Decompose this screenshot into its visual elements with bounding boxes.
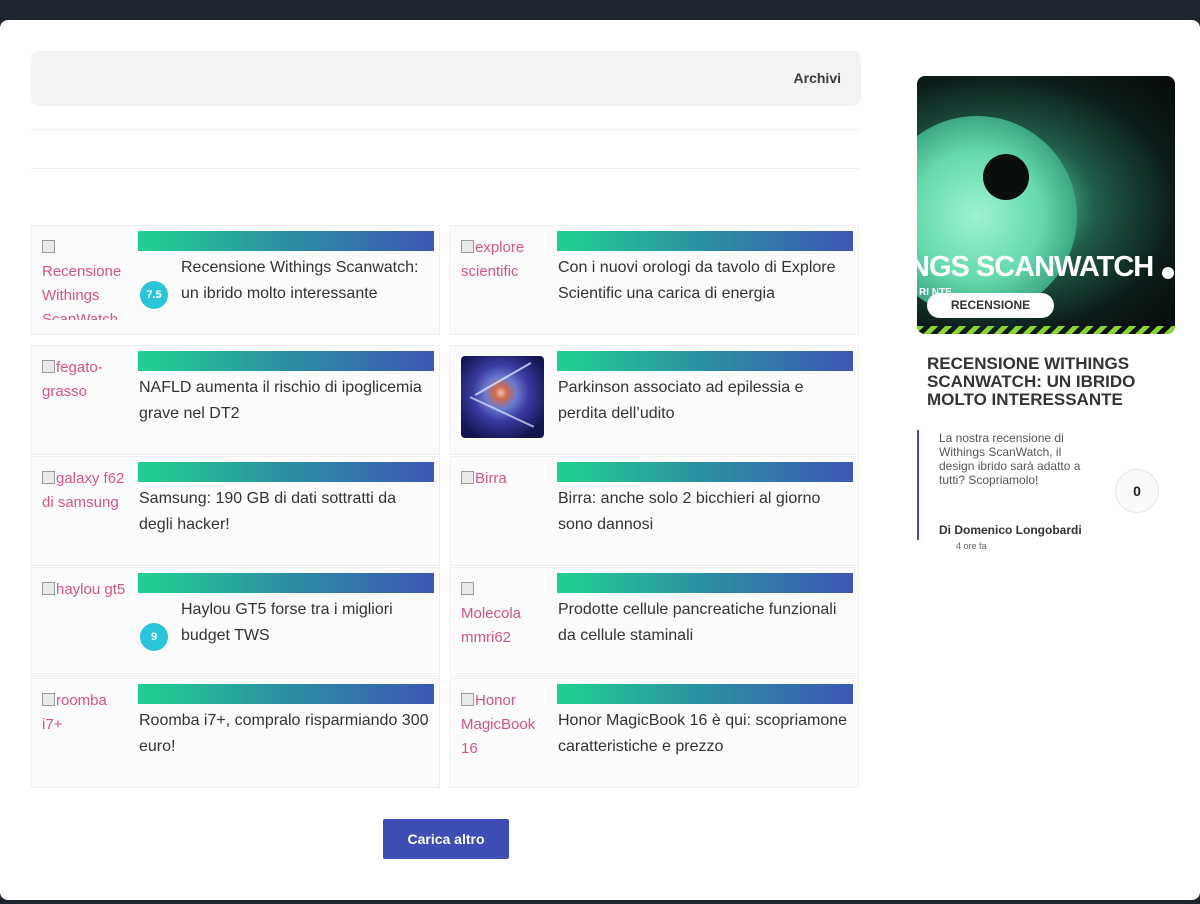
- post-time: 4 ore fa: [956, 541, 987, 551]
- broken-image-icon: [42, 471, 55, 484]
- excerpt-border: [917, 430, 919, 540]
- page-content: Archivi Recensione Withings ScanWatch 7.…: [0, 20, 1200, 900]
- gradient-bar: [557, 351, 853, 371]
- gradient-bar: [138, 462, 434, 482]
- article-card[interactable]: Birra Birra: anche solo 2 bicchieri al g…: [450, 456, 859, 566]
- gradient-bar: [138, 573, 434, 593]
- article-thumbnail[interactable]: roomba i7+: [42, 689, 126, 773]
- divider: [31, 168, 861, 169]
- load-more-button[interactable]: Carica altro: [383, 819, 509, 859]
- gradient-bar: [557, 573, 853, 593]
- gradient-bar: [138, 351, 434, 371]
- slider-dot-icon: [1162, 267, 1174, 279]
- article-title[interactable]: Honor MagicBook 16 è qui: scopriamone ca…: [558, 708, 848, 760]
- article-card[interactable]: explore scientific Con i nuovi orologi d…: [450, 225, 859, 335]
- article-thumbnail[interactable]: Molecola mmri62: [461, 578, 545, 662]
- article-card[interactable]: Honor MagicBook 16 Honor MagicBook 16 è …: [450, 678, 859, 788]
- article-title[interactable]: Samsung: 190 GB di dati sottratti da deg…: [139, 486, 429, 538]
- broken-image-icon: [42, 582, 55, 595]
- article-title[interactable]: Birra: anche solo 2 bicchieri al giorno …: [558, 486, 848, 538]
- article-thumbnail[interactable]: Recensione Withings ScanWatch: [42, 236, 126, 320]
- broken-image-icon: [42, 693, 55, 706]
- article-thumbnail[interactable]: [461, 356, 544, 438]
- article-card[interactable]: galaxy f62 di samsung Samsung: 190 GB di…: [31, 456, 440, 566]
- gradient-bar: [557, 231, 853, 251]
- thumbnail-alt-text: Birra: [475, 470, 507, 487]
- featured-image[interactable]: NGS SCANWATCH RI NTE RECENSIONE: [917, 76, 1175, 334]
- watch-graphic: [917, 116, 1077, 316]
- broken-image-icon: [461, 693, 474, 706]
- broken-image-icon: [461, 240, 474, 253]
- score-badge: 9: [140, 623, 168, 651]
- article-thumbnail[interactable]: galaxy f62 di samsung: [42, 467, 126, 551]
- thumbnail-alt-text: Recensione Withings ScanWatch: [42, 263, 122, 320]
- gradient-bar: [557, 684, 853, 704]
- image-headline: NGS SCANWATCH: [917, 251, 1154, 283]
- archive-bar: Archivi: [31, 51, 861, 106]
- gradient-bar: [557, 462, 853, 482]
- article-title[interactable]: Parkinson associato ad epilessia e perdi…: [558, 375, 848, 427]
- article-title[interactable]: NAFLD aumenta il rischio di ipoglicemia …: [139, 375, 429, 427]
- featured-excerpt: La nostra recensione di Withings ScanWat…: [939, 431, 1081, 487]
- article-card[interactable]: haylou gt5 9 Haylou GT5 forse tra i migl…: [31, 567, 440, 677]
- author-name[interactable]: Di Domenico Longobardi: [939, 523, 1082, 537]
- article-card[interactable]: Parkinson associato ad epilessia e perdi…: [450, 345, 859, 455]
- article-title[interactable]: Prodotte cellule pancreatiche funzionali…: [558, 597, 848, 649]
- score-badge: 7.5: [140, 281, 168, 309]
- thumbnail-alt-text: Molecola mmri62: [461, 605, 522, 646]
- gradient-bar: [138, 684, 434, 704]
- article-title[interactable]: Roomba i7+, compralo risparmiando 300 eu…: [139, 708, 429, 760]
- thumbnail-alt-text: haylou gt5: [56, 581, 126, 598]
- article-card[interactable]: Molecola mmri62 Prodotte cellule pancrea…: [450, 567, 859, 677]
- watch-dial: [983, 154, 1029, 200]
- zigzag-border: [917, 326, 1175, 334]
- article-thumbnail[interactable]: Birra: [461, 467, 545, 551]
- article-title[interactable]: Haylou GT5 forse tra i migliori budget T…: [181, 597, 429, 649]
- article-title[interactable]: Recensione Withings Scanwatch: un ibrido…: [181, 255, 429, 307]
- gradient-bar: [138, 231, 434, 251]
- broken-image-icon: [461, 471, 474, 484]
- article-card[interactable]: Recensione Withings ScanWatch 7.5 Recens…: [31, 225, 440, 335]
- archive-link[interactable]: Archivi: [794, 70, 841, 86]
- article-title[interactable]: Con i nuovi orologi da tavolo di Explore…: [558, 255, 848, 307]
- article-thumbnail[interactable]: haylou gt5: [42, 578, 126, 662]
- comments-count[interactable]: 0: [1115, 469, 1159, 513]
- article-card[interactable]: fegato-grasso NAFLD aumenta il rischio d…: [31, 345, 440, 455]
- featured-title[interactable]: Recensione Withings Scanwatch: un ibrido…: [927, 355, 1167, 409]
- article-thumbnail[interactable]: fegato-grasso: [42, 356, 126, 440]
- article-card[interactable]: roomba i7+ Roomba i7+, compralo risparmi…: [31, 678, 440, 788]
- broken-image-icon: [461, 582, 474, 595]
- divider: [31, 129, 861, 130]
- broken-image-icon: [42, 240, 55, 253]
- category-tag[interactable]: RECENSIONE: [927, 293, 1054, 318]
- article-thumbnail[interactable]: explore scientific: [461, 236, 545, 320]
- article-thumbnail[interactable]: Honor MagicBook 16: [461, 689, 545, 773]
- broken-image-icon: [42, 360, 55, 373]
